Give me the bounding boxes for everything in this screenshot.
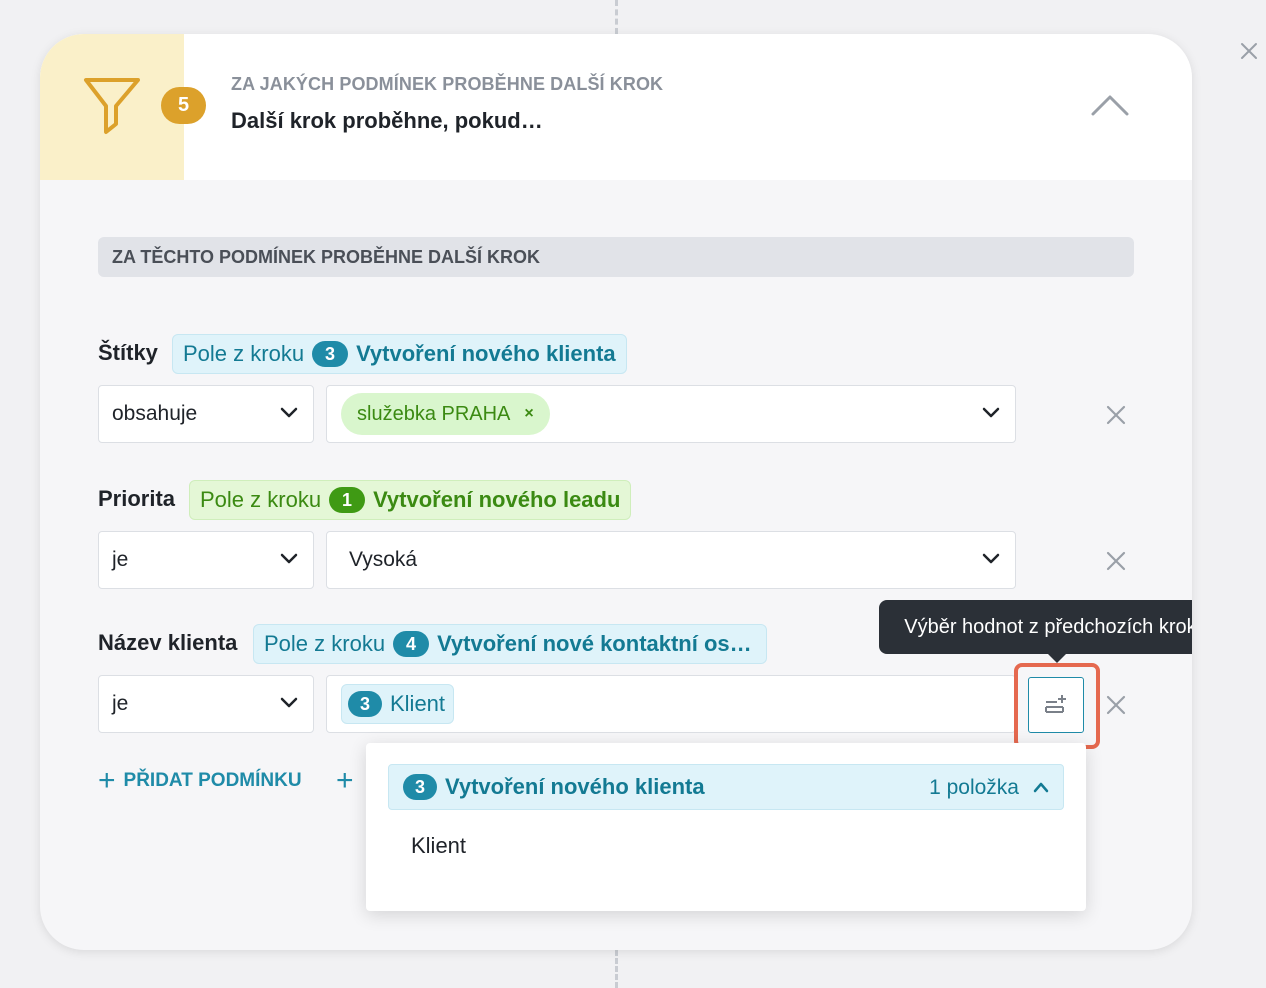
dropdown-group-step-number: 3 bbox=[403, 774, 437, 800]
field-source-step-number: 4 bbox=[393, 631, 430, 657]
flow-connector-bottom bbox=[615, 950, 618, 988]
value-field-step-number: 3 bbox=[348, 691, 382, 717]
add-condition-button[interactable]: + PŘIDAT PODMÍNKU bbox=[98, 766, 302, 796]
close-icon[interactable] bbox=[1104, 693, 1128, 717]
flow-connector-top bbox=[615, 0, 618, 34]
value-text: Vysoká bbox=[349, 548, 418, 571]
value-tag-label: služebka PRAHA bbox=[357, 402, 511, 425]
tooltip-arrow bbox=[1047, 653, 1067, 663]
add-condition-label: PŘIDAT PODMÍNKU bbox=[123, 770, 302, 791]
close-icon[interactable] bbox=[1238, 40, 1260, 62]
plus-icon: + bbox=[98, 764, 116, 797]
field-source-step-name: Vytvoření nového leadu bbox=[373, 487, 621, 512]
close-icon[interactable] bbox=[1104, 403, 1128, 427]
field-source-step-name: Vytvoření nového klienta bbox=[356, 341, 616, 366]
tag-remove-icon[interactable]: × bbox=[524, 405, 533, 423]
value-field-label: Klient bbox=[390, 691, 446, 716]
value-select[interactable]: Vysoká bbox=[326, 531, 1016, 589]
condition-step-card: 5 ZA JAKÝCH PODMÍNEK PROBĚHNE DALŠÍ KROK… bbox=[40, 34, 1192, 950]
value-field-tag[interactable]: 3 Klient bbox=[341, 684, 455, 724]
step-number-badge: 5 bbox=[161, 87, 206, 124]
header-overline: ZA JAKÝCH PODMÍNEK PROBĚHNE DALŠÍ KROK bbox=[231, 74, 664, 94]
operator-value: je bbox=[112, 548, 129, 571]
value-select[interactable]: služebka PRAHA × bbox=[326, 385, 1016, 443]
field-picker-dropdown: 3 Vytvoření nového klienta 1 položka Kli… bbox=[366, 743, 1086, 911]
field-source-chip: Pole z kroku 3 Vytvoření nového klienta bbox=[172, 334, 627, 374]
plus-icon[interactable]: + bbox=[336, 766, 354, 796]
chevron-down-icon bbox=[280, 697, 298, 708]
field-source-prefix: Pole z kroku bbox=[264, 631, 386, 656]
field-source-prefix: Pole z kroku bbox=[200, 487, 322, 512]
dropdown-item[interactable]: Klient bbox=[411, 833, 466, 859]
condition-label-nazev-klienta: Název klienta bbox=[98, 630, 238, 655]
value-input[interactable]: 3 Klient bbox=[326, 675, 1016, 733]
condition-label-stitky: Štítky bbox=[98, 340, 158, 365]
operator-value: je bbox=[112, 692, 129, 715]
dropdown-group-header[interactable]: 3 Vytvoření nového klienta 1 položka bbox=[388, 764, 1064, 810]
section-title: ZA TĚCHTO PODMÍNEK PROBĚHNE DALŠÍ KROK bbox=[98, 237, 1134, 277]
chevron-up-icon[interactable] bbox=[1090, 92, 1130, 118]
funnel-icon bbox=[84, 78, 140, 134]
header-title: Další krok proběhne, pokud… bbox=[231, 108, 543, 133]
field-source-chip: Pole z kroku 4 Vytvoření nové kontaktní … bbox=[253, 624, 767, 664]
dropdown-group-title: Vytvoření nového klienta bbox=[445, 774, 705, 799]
close-icon[interactable] bbox=[1104, 549, 1128, 573]
tooltip: Výběr hodnot z předchozích kroků bbox=[879, 600, 1192, 654]
field-source-step-number: 3 bbox=[312, 341, 349, 367]
operator-select[interactable]: obsahuje bbox=[98, 385, 314, 443]
insert-field-icon bbox=[1045, 695, 1066, 713]
value-tag: služebka PRAHA × bbox=[341, 393, 550, 435]
operator-select[interactable]: je bbox=[98, 675, 314, 733]
insert-field-button[interactable] bbox=[1028, 677, 1084, 733]
chevron-up-icon bbox=[1033, 782, 1049, 793]
condition-label-priorita: Priorita bbox=[98, 486, 176, 511]
operator-select[interactable]: je bbox=[98, 531, 314, 589]
chevron-down-icon bbox=[280, 407, 298, 418]
field-source-step-name: Vytvoření nové kontaktní os… bbox=[437, 631, 752, 656]
step-header[interactable]: 5 ZA JAKÝCH PODMÍNEK PROBĚHNE DALŠÍ KROK… bbox=[40, 34, 1192, 180]
chevron-down-icon bbox=[982, 553, 1000, 564]
field-source-prefix: Pole z kroku bbox=[183, 341, 305, 366]
field-source-step-number: 1 bbox=[329, 487, 366, 513]
field-source-chip: Pole z kroku 1 Vytvoření nového leadu bbox=[189, 480, 632, 520]
chevron-down-icon bbox=[280, 553, 298, 564]
operator-value: obsahuje bbox=[112, 402, 198, 425]
chevron-down-icon bbox=[982, 407, 1000, 418]
dropdown-group-count: 1 položka bbox=[929, 776, 1019, 799]
